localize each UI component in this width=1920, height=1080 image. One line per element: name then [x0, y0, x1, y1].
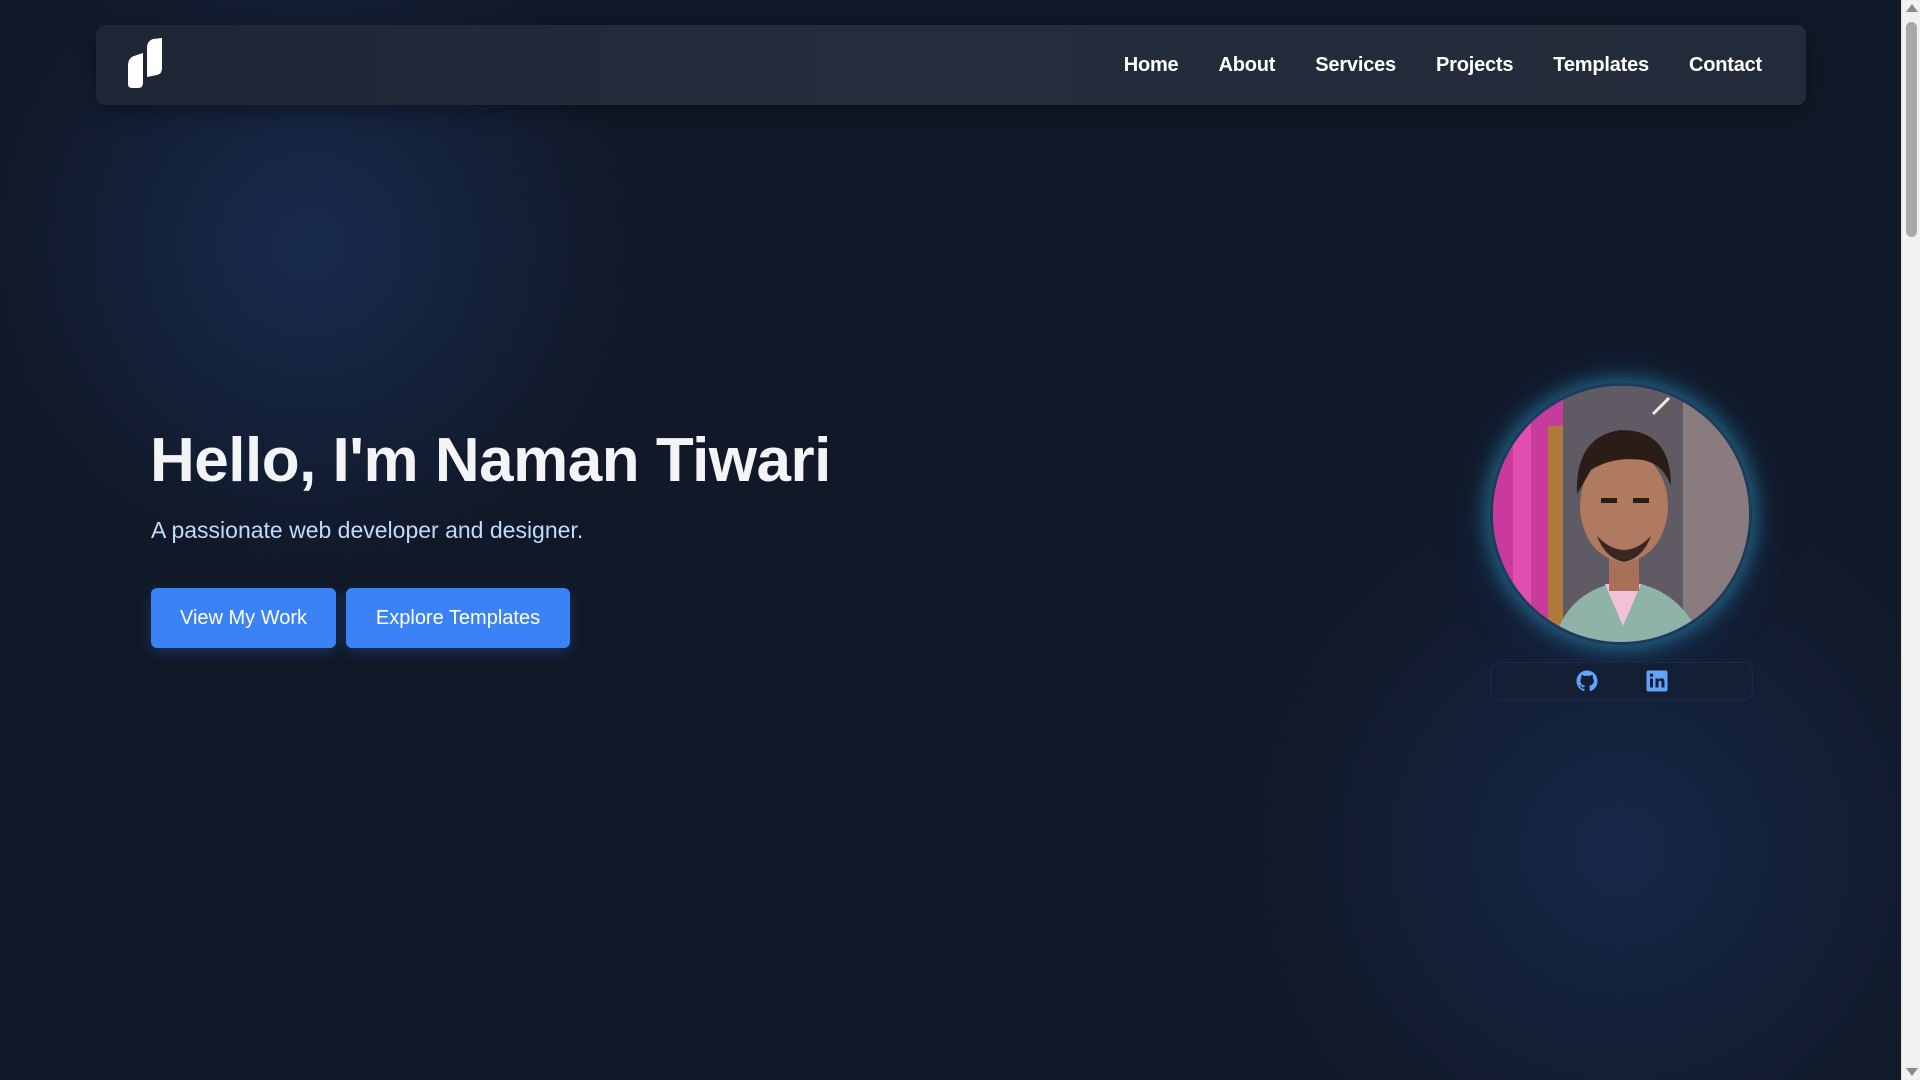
- github-icon[interactable]: [1575, 669, 1599, 693]
- nav-link-contact[interactable]: Contact: [1689, 54, 1762, 77]
- nav-link-templates[interactable]: Templates: [1553, 54, 1649, 77]
- logo-icon[interactable]: [124, 38, 166, 88]
- navbar: Home About Services Projects Templates C…: [96, 25, 1806, 105]
- nav-link-about[interactable]: About: [1219, 54, 1276, 77]
- nav-link-services[interactable]: Services: [1315, 54, 1396, 77]
- scroll-up-arrow-icon[interactable]: [1906, 4, 1918, 12]
- nav-links: Home About Services Projects Templates C…: [1084, 25, 1762, 105]
- nav-link-projects[interactable]: Projects: [1436, 54, 1514, 77]
- view-work-button[interactable]: View My Work: [151, 588, 336, 648]
- scroll-down-arrow-icon[interactable]: [1906, 1068, 1918, 1076]
- profile-photo-illustration: [1493, 386, 1749, 642]
- explore-templates-button[interactable]: Explore Templates: [346, 588, 570, 648]
- page: Home About Services Projects Templates C…: [0, 0, 1901, 1080]
- linkedin-icon[interactable]: [1645, 669, 1669, 693]
- nav-link-home[interactable]: Home: [1124, 54, 1179, 77]
- vertical-scrollbar[interactable]: [1901, 0, 1920, 1080]
- hero-title: Hello, I'm Naman Tiwari: [150, 426, 831, 495]
- hero-subtitle: A passionate web developer and designer.: [151, 517, 584, 543]
- profile-photo: [1490, 383, 1752, 645]
- scrollbar-thumb[interactable]: [1906, 22, 1917, 237]
- social-links: [1490, 662, 1753, 700]
